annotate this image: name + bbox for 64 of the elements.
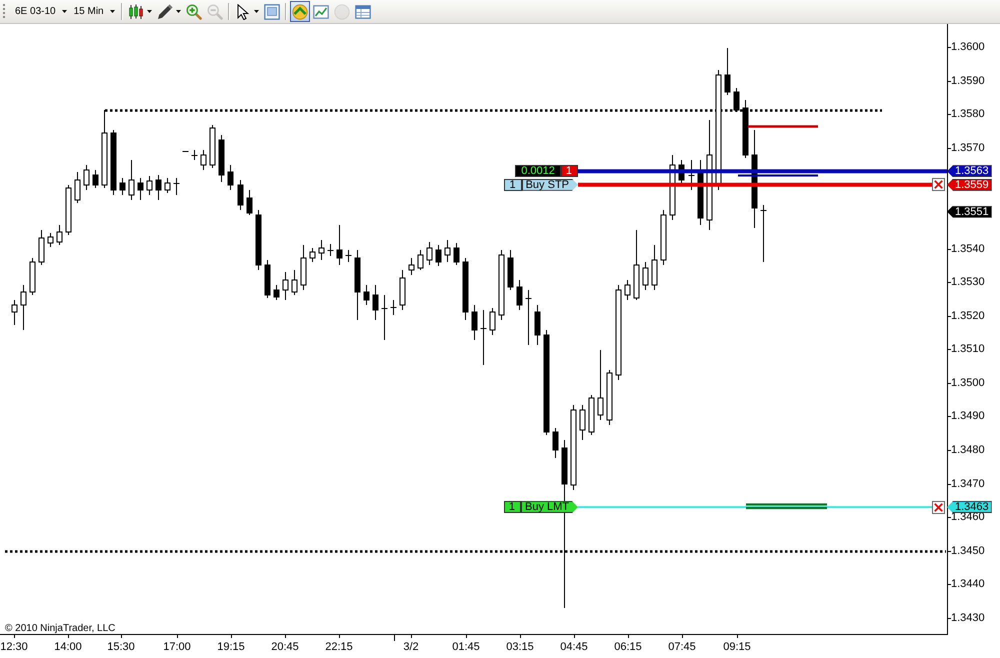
zoom-in-icon (186, 4, 202, 20)
position-price-tag: 1.3563 (947, 165, 992, 178)
position-pnl[interactable]: 0.0012 (515, 165, 561, 178)
properties-button[interactable] (262, 1, 282, 22)
time-axis-label: 03:15 (506, 641, 534, 653)
copyright-text: © 2010 NinjaTrader, LLC (5, 623, 116, 634)
time-axis-label: 19:15 (217, 641, 245, 653)
time-axis-label: 20:45 (271, 641, 299, 653)
price-axis-label: 1.3530 (951, 276, 985, 288)
last-price-tag: 1.3551 (947, 206, 992, 218)
pencil-icon (156, 4, 173, 20)
price-axis-label: 1.3540 (951, 242, 985, 255)
chart-trader-button[interactable] (290, 1, 310, 22)
time-axis-label: 01:45 (452, 641, 480, 653)
circle-icon (334, 4, 350, 20)
price-axis-label: 1.3450 (951, 544, 985, 557)
time-axis-label: 06:15 (614, 641, 642, 653)
time-axis-label: 09:15 (723, 641, 751, 653)
price-axis-label: 1.3570 (951, 142, 985, 154)
time-axis-label: 12:30 (0, 641, 28, 653)
price-axis-label: 1.3510 (951, 343, 985, 356)
horizontal-segment (748, 125, 818, 128)
cancel-order-button[interactable] (932, 500, 945, 514)
caret-icon (176, 10, 181, 13)
price-axis-label: 1.3440 (951, 578, 985, 590)
cursor-icon (234, 4, 251, 20)
time-axis-label: 04:45 (560, 641, 588, 653)
order-price-tag: 1.3559 (947, 178, 992, 191)
position-quantity[interactable]: 1 (560, 165, 578, 178)
order-tag[interactable]: Buy STP (522, 178, 578, 191)
time-axis-label: 14:00 (54, 641, 82, 653)
order-tag[interactable]: Buy LMT (520, 501, 578, 514)
cancel-order-button[interactable] (932, 178, 945, 192)
price-axis-label: 1.3520 (951, 310, 985, 322)
interval-dropdown[interactable]: 15 Min (70, 2, 118, 22)
order-price-tag: 1.3463 (947, 501, 992, 514)
order-quantity[interactable]: 1 (504, 501, 521, 514)
price-axis-label: 1.3490 (951, 410, 985, 422)
time-axis-label: 3/2 (403, 641, 419, 653)
price-axis-label: 1.3430 (951, 612, 985, 624)
caret-icon (254, 10, 259, 13)
price-axis-label: 1.3590 (951, 74, 985, 87)
caret-icon (146, 10, 152, 13)
candlestick-icon (128, 4, 144, 20)
line-chart-icon (312, 4, 329, 20)
price-axis-label: 1.3470 (951, 478, 985, 490)
caret-icon (62, 10, 67, 13)
zoom-out-icon (206, 4, 223, 20)
price-axis-label: 1.3600 (951, 41, 985, 53)
price-axis-label: 1.3580 (951, 108, 985, 120)
instrument-dropdown[interactable]: 6E 03-10 (12, 2, 70, 22)
caret-icon (110, 10, 115, 13)
table-icon (354, 4, 371, 20)
order-quantity[interactable]: 1 (504, 178, 522, 191)
close-icon (934, 180, 943, 190)
price-axis-label: 1.3500 (951, 376, 985, 389)
close-icon (934, 502, 943, 512)
time-axis-label: 15:30 (107, 641, 135, 653)
time-axis-label: 17:00 (163, 641, 191, 653)
grip-icon (3, 4, 6, 19)
frame-icon (264, 4, 280, 20)
time-axis-label: 22:15 (325, 641, 353, 653)
price-axis-label: 1.3480 (951, 444, 985, 456)
time-axis-label: 07:45 (668, 641, 696, 653)
